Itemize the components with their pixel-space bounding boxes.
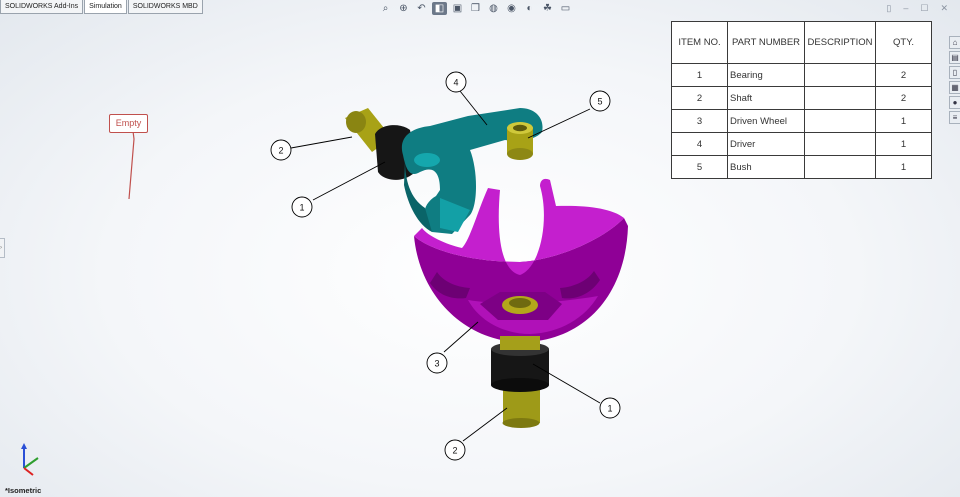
balloon-5-label: 5 xyxy=(597,97,602,107)
balloon-3[interactable]: 3 xyxy=(426,352,448,374)
balloon-2-upper-label: 2 xyxy=(278,146,283,156)
bom-item-no: 5 xyxy=(671,155,728,179)
bom-item-no: 3 xyxy=(671,109,728,133)
balloon-2-lower-label: 2 xyxy=(452,446,457,456)
balloon-1-upper-label: 1 xyxy=(299,203,304,213)
bom-header-description: DESCRIPTION xyxy=(804,21,876,64)
table-row[interactable]: 2 Shaft 2 xyxy=(671,86,932,110)
bom-item-no: 4 xyxy=(671,132,728,156)
bom-header-qty: QTY. xyxy=(875,21,932,64)
bom-description xyxy=(804,155,876,179)
bom-part-number: Bush xyxy=(727,155,805,179)
table-row[interactable]: 5 Bush 1 xyxy=(671,155,932,179)
bom-qty: 2 xyxy=(875,86,932,110)
balloon-1-upper[interactable]: 1 xyxy=(291,196,313,218)
balloon-4[interactable]: 4 xyxy=(445,71,467,93)
balloon-1-lower-label: 1 xyxy=(607,404,612,414)
note-leader xyxy=(128,130,135,200)
coordinate-triad-icon xyxy=(21,443,39,476)
balloon-2-lower[interactable]: 2 xyxy=(444,439,466,461)
bom-part-number: Shaft xyxy=(727,86,805,110)
bom-description xyxy=(804,63,876,87)
bom-item-no: 2 xyxy=(671,86,728,110)
bom-part-number: Driven Wheel xyxy=(727,109,805,133)
bom-qty: 2 xyxy=(875,63,932,87)
balloon-2-upper[interactable]: 2 xyxy=(270,139,292,161)
bill-of-materials-table[interactable]: ITEM NO. PART NUMBER DESCRIPTION QTY. 1 … xyxy=(671,21,932,179)
driver-assembly[interactable] xyxy=(345,108,543,234)
bom-header-part-number: PART NUMBER xyxy=(727,21,805,64)
view-orientation-label: *Isometric xyxy=(5,486,42,495)
bom-part-number: Driver xyxy=(727,132,805,156)
bom-description xyxy=(804,132,876,156)
bom-qty: 1 xyxy=(875,155,932,179)
bom-description xyxy=(804,109,876,133)
table-row[interactable]: 3 Driven Wheel 1 xyxy=(671,109,932,133)
balloon-1-lower[interactable]: 1 xyxy=(599,397,621,419)
balloon-4-label: 4 xyxy=(453,78,458,88)
bom-item-no: 1 xyxy=(671,63,728,87)
bom-part-number: Bearing xyxy=(727,63,805,87)
balloon-3-label: 3 xyxy=(434,359,439,369)
table-row[interactable]: 4 Driver 1 xyxy=(671,132,932,156)
table-row[interactable]: 1 Bearing 2 xyxy=(671,63,932,87)
note-annotation[interactable]: Empty xyxy=(109,114,148,133)
bom-qty: 1 xyxy=(875,132,932,156)
bom-description xyxy=(804,86,876,110)
balloon-5[interactable]: 5 xyxy=(589,90,611,112)
bom-qty: 1 xyxy=(875,109,932,133)
lower-shaft-assembly[interactable] xyxy=(491,336,549,428)
bom-header-row: ITEM NO. PART NUMBER DESCRIPTION QTY. xyxy=(671,21,932,64)
bom-header-item-no: ITEM NO. xyxy=(671,21,728,64)
